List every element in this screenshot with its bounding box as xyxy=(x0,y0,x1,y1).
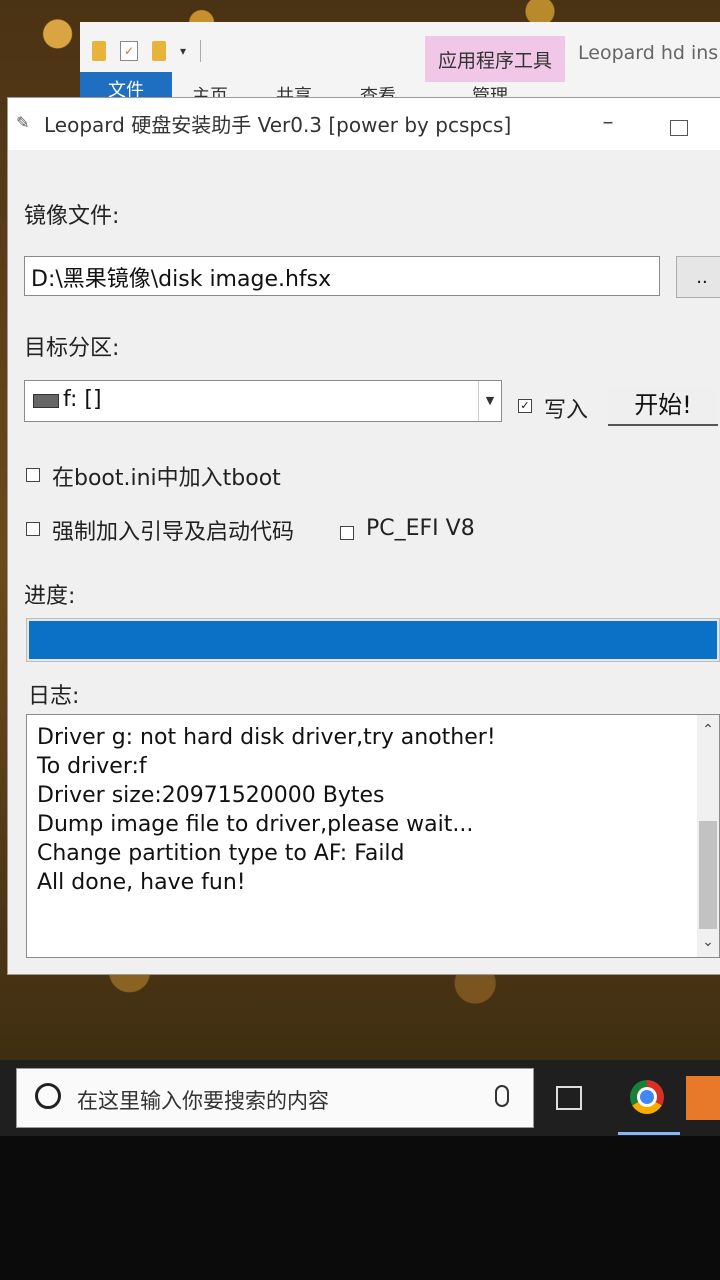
log-label: 日志: xyxy=(28,684,80,709)
quick-access-toolbar: ✓ ▾ xyxy=(92,40,202,62)
progress-label: 进度: xyxy=(24,584,76,609)
explorer-title: Leopard hd ins xyxy=(578,42,719,64)
progress-bar xyxy=(26,618,720,662)
write-checkbox[interactable]: ✓ xyxy=(518,399,532,413)
progress-fill xyxy=(29,621,717,659)
new-folder-icon[interactable] xyxy=(152,41,166,61)
log-scrollbar[interactable]: ⌃ ⌄ xyxy=(697,715,719,957)
chevron-up-icon[interactable]: ⌃ xyxy=(697,719,719,741)
app-icon: ✎ xyxy=(16,113,30,132)
pc-efi-label: PC_EFI V8 xyxy=(366,516,475,541)
log-line: Dump image file to driver,please wait... xyxy=(37,812,474,837)
browse-button[interactable]: .. xyxy=(676,256,720,298)
chevron-down-icon[interactable]: ▼ xyxy=(478,381,501,421)
write-label: 写入 xyxy=(544,398,589,423)
log-line: Change partition type to AF: Faild xyxy=(37,841,405,866)
boot-ini-checkbox[interactable] xyxy=(26,468,40,482)
target-partition-select[interactable]: f: [] ▼ xyxy=(24,380,502,422)
image-file-label: 镜像文件: xyxy=(24,204,120,229)
force-boot-checkbox[interactable] xyxy=(26,522,40,536)
log-line: To driver:f xyxy=(37,754,147,779)
minimize-button[interactable]: – xyxy=(596,112,620,134)
search-placeholder: 在这里输入你要搜索的内容 xyxy=(77,1089,329,1113)
installer-dialog: ✎ Leopard 硬盘安装助手 Ver0.3 [power by pcspcs… xyxy=(8,98,720,974)
chevron-down-icon[interactable]: ⌄ xyxy=(697,931,719,953)
toolbar-divider xyxy=(200,40,202,62)
log-line: All done, have fun! xyxy=(37,870,246,895)
log-textarea[interactable]: Driver g: not hard disk driver,try anoth… xyxy=(26,714,720,958)
screen-bezel xyxy=(0,1136,720,1280)
app-tile-icon[interactable] xyxy=(686,1076,720,1120)
pc-efi-checkbox[interactable] xyxy=(340,526,354,540)
start-button[interactable]: 开始! xyxy=(608,386,718,426)
force-boot-label: 强制加入引导及启动代码 xyxy=(52,520,295,545)
log-line: Driver g: not hard disk driver,try anoth… xyxy=(37,725,496,750)
image-file-input[interactable]: D:\黑果镜像\disk image.hfsx xyxy=(24,256,660,296)
taskbar: 在这里输入你要搜索的内容 xyxy=(0,1060,720,1136)
folder-icon[interactable] xyxy=(92,41,106,61)
chevron-down-icon[interactable]: ▾ xyxy=(180,44,186,58)
taskbar-search-box[interactable]: 在这里输入你要搜索的内容 xyxy=(16,1068,534,1128)
log-lines: Driver g: not hard disk driver,try anoth… xyxy=(37,723,677,897)
drive-icon xyxy=(33,394,59,408)
properties-icon[interactable]: ✓ xyxy=(120,41,138,61)
microphone-icon[interactable] xyxy=(495,1085,509,1107)
task-view-icon[interactable] xyxy=(556,1086,582,1110)
maximize-button[interactable] xyxy=(670,120,688,136)
scrollbar-thumb[interactable] xyxy=(699,821,717,929)
chrome-icon[interactable] xyxy=(630,1080,664,1114)
title-bar[interactable]: ✎ Leopard 硬盘安装助手 Ver0.3 [power by pcspcs… xyxy=(8,98,720,150)
cortana-icon[interactable] xyxy=(35,1083,61,1109)
boot-ini-label: 在boot.ini中加入tboot xyxy=(52,466,281,491)
log-line: Driver size:20971520000 Bytes xyxy=(37,783,385,808)
window-title: Leopard 硬盘安装助手 Ver0.3 [power by pcspcs] xyxy=(44,113,512,137)
active-app-indicator xyxy=(618,1132,680,1135)
target-partition-value: f: [] xyxy=(63,387,102,412)
target-partition-label: 目标分区: xyxy=(24,336,120,361)
